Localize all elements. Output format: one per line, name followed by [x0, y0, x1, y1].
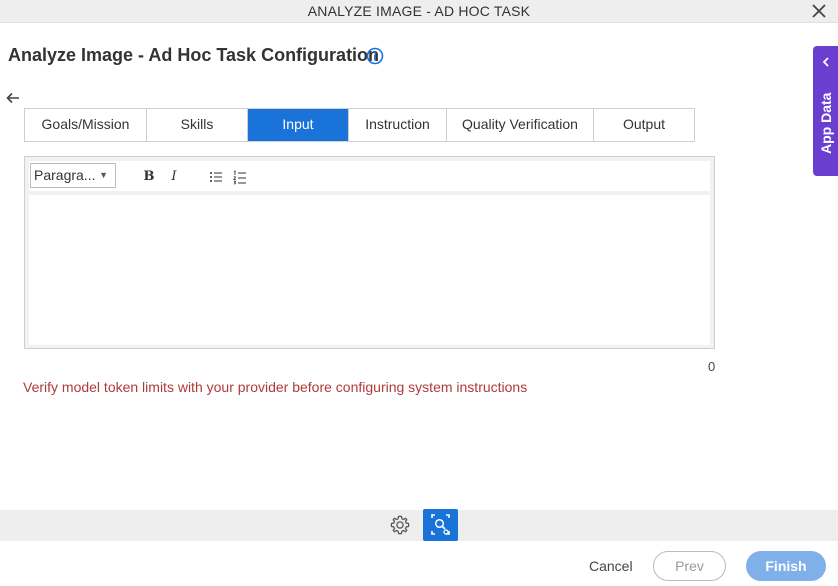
cancel-button[interactable]: Cancel: [589, 558, 633, 574]
image-scan-icon: [431, 514, 450, 535]
app-data-panel-toggle[interactable]: App Data: [813, 46, 838, 176]
editor-toolbar: Paragra... ▼ B I: [29, 161, 710, 191]
tab-input[interactable]: Input: [248, 109, 349, 141]
title-bar: ANALYZE IMAGE - AD HOC TASK: [0, 0, 838, 23]
tab-quality-verification[interactable]: Quality Verification: [447, 109, 594, 141]
tab-output[interactable]: Output: [594, 109, 694, 141]
gear-icon[interactable]: [389, 514, 411, 536]
finish-button[interactable]: Finish: [746, 551, 826, 581]
bulleted-list-icon[interactable]: [207, 168, 225, 186]
page-title: Analyze Image - Ad Hoc Task Configuratio…: [8, 45, 380, 65]
tab-goals-mission[interactable]: Goals/Mission: [25, 109, 147, 141]
tab-skills[interactable]: Skills: [147, 109, 248, 141]
italic-button[interactable]: I: [165, 168, 183, 186]
token-limit-warning: Verify model token limits with your prov…: [23, 379, 528, 395]
app-data-label: App Data: [818, 92, 834, 155]
chevron-left-icon: [822, 57, 829, 67]
paragraph-format-select[interactable]: Paragra... ▼: [30, 163, 116, 188]
image-scan-button[interactable]: [423, 509, 458, 541]
tab-instruction[interactable]: Instruction: [349, 109, 447, 141]
close-icon[interactable]: [810, 0, 828, 22]
caret-down-icon: ▼: [99, 170, 108, 180]
bold-button[interactable]: B: [140, 168, 158, 186]
numbered-list-icon[interactable]: [231, 168, 249, 186]
paragraph-format-value: Paragra...: [34, 167, 96, 183]
rich-text-editor: Paragra... ▼ B I: [24, 156, 715, 349]
character-count: 0: [708, 359, 716, 374]
bottom-toolbar: [0, 510, 838, 541]
config-tabs: Goals/Mission Skills Input Instruction Q…: [24, 108, 695, 142]
back-arrow-icon[interactable]: [5, 90, 21, 106]
window-title: ANALYZE IMAGE - AD HOC TASK: [307, 3, 531, 19]
info-icon[interactable]: [366, 47, 384, 65]
editor-content-area[interactable]: [29, 195, 710, 345]
prev-button[interactable]: Prev: [653, 551, 726, 581]
